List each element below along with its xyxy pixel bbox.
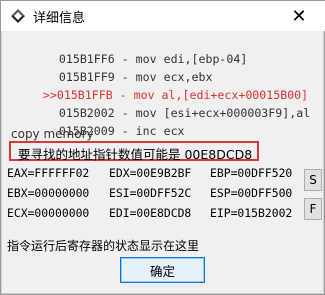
register-ebx: EBX=00000000 — [7, 186, 90, 200]
f-button[interactable]: F — [304, 198, 322, 220]
details-dialog: 详细信息 ✕ 015B1FF6 - mov edi,[ebp-04] 015B1… — [0, 0, 325, 295]
title-bar: 详细信息 ✕ — [1, 1, 325, 31]
window-title: 详细信息 — [33, 11, 86, 26]
s-button[interactable]: S — [304, 169, 322, 191]
ok-button[interactable]: 确定 — [120, 257, 205, 283]
register-ecx: ECX=00000000 — [7, 206, 90, 220]
status-text: 指令运行后寄存器的状态显示在这里 — [7, 239, 200, 253]
copy-memory-label: copy memory — [11, 127, 94, 141]
register-eip: EIP=015B2002 — [210, 206, 293, 220]
register-esp: ESP=00DFF500 — [210, 186, 293, 200]
register-edi: EDI=00E8DCD8 — [109, 206, 192, 220]
register-esi: ESI=00DFF52C — [109, 186, 192, 200]
register-edx: EDX=00E9B2BF — [109, 166, 192, 180]
pointer-hint-text: 要寻找的地址指针数值可能是 00E8DCD8 — [18, 147, 253, 162]
app-icon — [11, 9, 25, 23]
pointer-hint-box: 要寻找的地址指针数值可能是 00E8DCD8 — [9, 141, 259, 162]
register-ebp: EBP=00DFF520 — [210, 166, 293, 180]
register-eax: EAX=FFFFFF02 — [7, 166, 90, 180]
close-icon: ✕ — [291, 5, 307, 27]
close-button[interactable]: ✕ — [286, 3, 312, 29]
